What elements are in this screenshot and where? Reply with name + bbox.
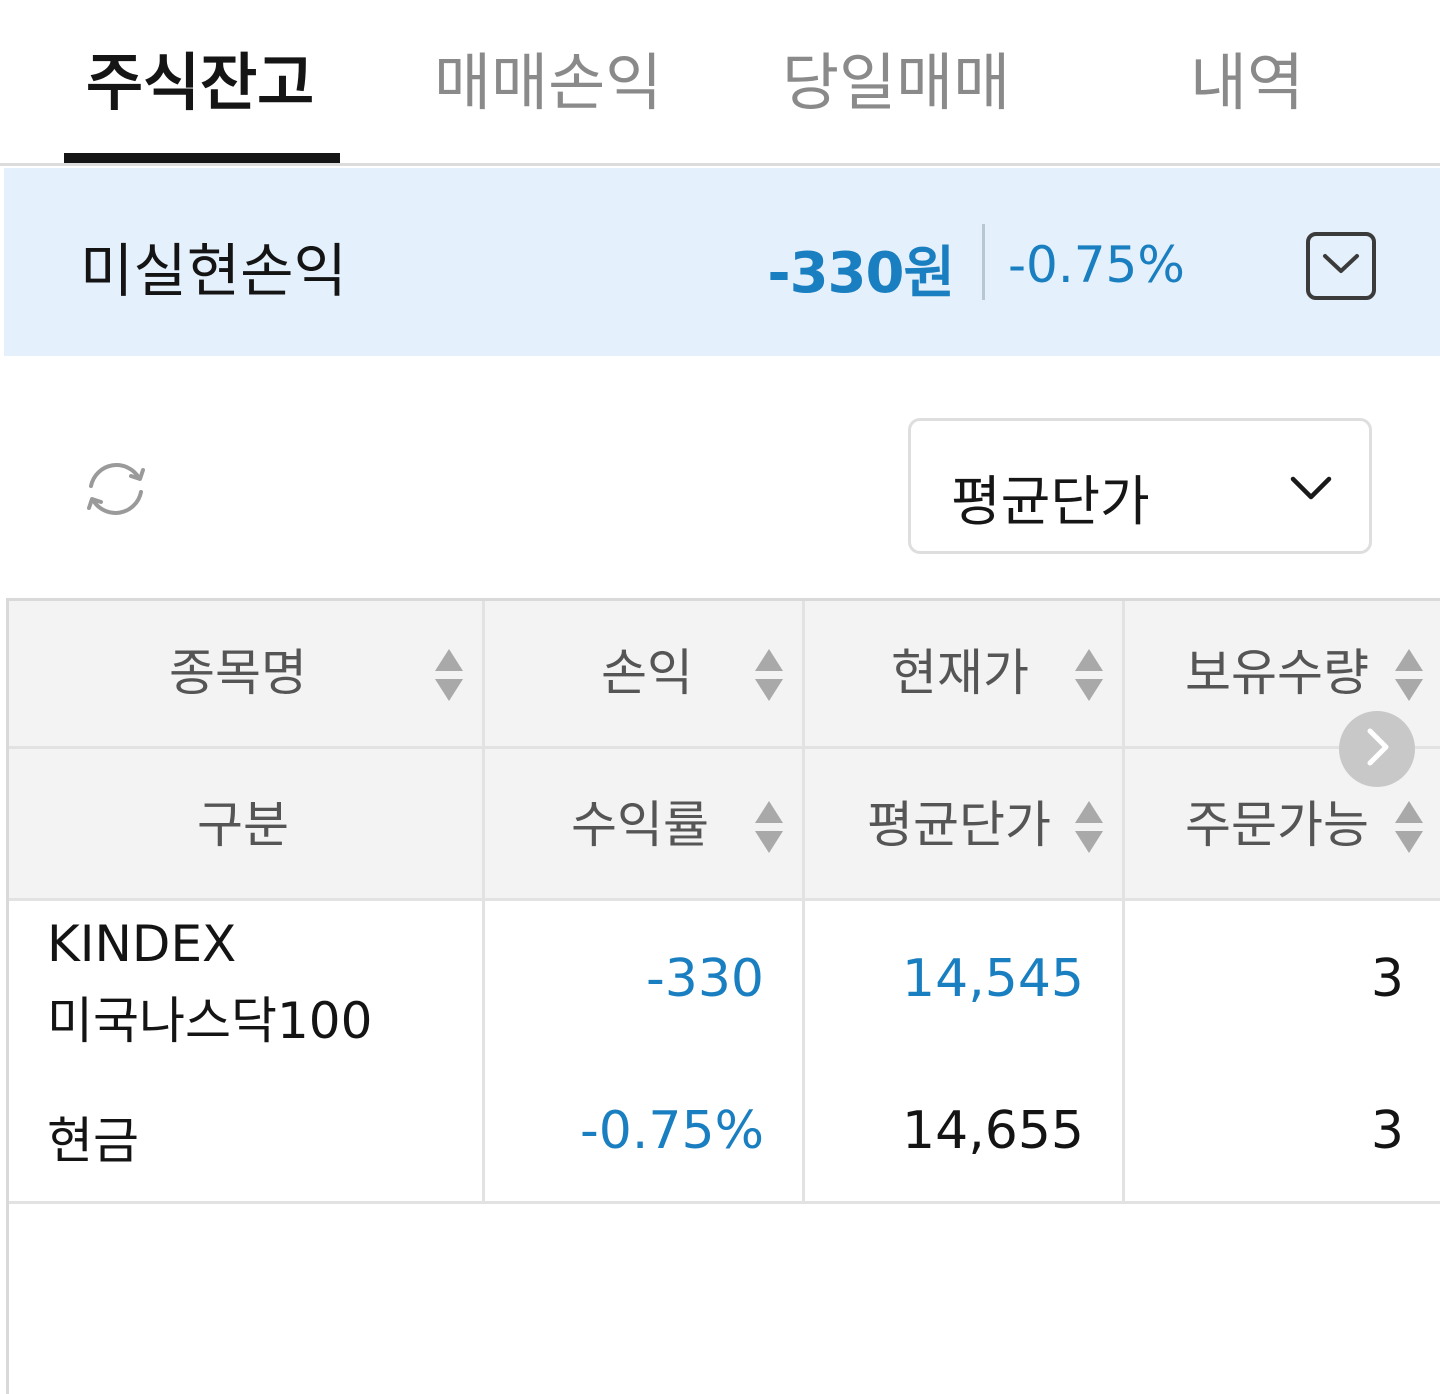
header-row-divider: [9, 746, 1440, 749]
sort-icon[interactable]: [1073, 647, 1105, 703]
header-avg-price[interactable]: 평균단가: [867, 753, 1051, 897]
summary-label: 미실현손익: [80, 237, 347, 305]
holdings-table: 종목명 손익 현재가 보유수량 구분 수익률 평균단가 주문가능 KINDEX …: [6, 598, 1440, 1394]
header-orderable[interactable]: 주문가능: [1185, 753, 1369, 897]
tab-trade-pnl[interactable]: 매매손익: [434, 38, 662, 128]
tab-stock-balance[interactable]: 주식잔고: [86, 38, 314, 128]
summary-expand-button[interactable]: [1306, 232, 1376, 300]
stock-orderable-qty: 3: [1370, 1101, 1404, 1161]
table-header: 종목명 손익 현재가 보유수량 구분 수익률 평균단가 주문가능: [9, 601, 1440, 901]
header-stock-name[interactable]: 종목명: [169, 601, 307, 745]
header-holding-qty[interactable]: 보유수량: [1185, 601, 1369, 745]
price-basis-selected: 평균단가: [951, 470, 1150, 533]
header-current-price[interactable]: 현재가: [891, 601, 1029, 745]
stock-return-rate: -0.75%: [580, 1101, 764, 1161]
refresh-icon: [81, 458, 151, 524]
stock-pnl: -330: [645, 949, 764, 1009]
sort-icon[interactable]: [1393, 647, 1425, 703]
chevron-down-icon: [1289, 465, 1333, 509]
row-divider: [9, 1201, 1440, 1204]
tab-today-trade[interactable]: 당일매매: [782, 38, 1010, 128]
summary-rate: -0.75%: [1008, 236, 1185, 294]
sort-icon[interactable]: [1073, 799, 1105, 855]
column-divider: [802, 601, 805, 1204]
price-basis-select[interactable]: 평균단가: [908, 418, 1372, 554]
active-tab-indicator: [64, 153, 340, 163]
header-category[interactable]: 구분: [197, 753, 289, 897]
header-pnl[interactable]: 손익: [601, 601, 693, 745]
stock-name-line2: 미국나스닥100: [47, 992, 373, 1050]
refresh-button[interactable]: [78, 456, 154, 526]
summary-divider: [982, 224, 985, 300]
stock-current-price: 14,545: [902, 949, 1084, 1009]
scroll-right-button[interactable]: [1339, 711, 1415, 787]
sort-icon[interactable]: [753, 647, 785, 703]
chevron-down-icon: [1321, 251, 1361, 281]
column-divider: [1122, 601, 1125, 1204]
tab-history[interactable]: 내역: [1190, 38, 1304, 128]
column-divider: [482, 601, 485, 1204]
stock-category: 현금: [47, 1112, 139, 1170]
tab-bar: 주식잔고 매매손익 당일매매 내역: [0, 0, 1440, 166]
stock-avg-price: 14,655: [902, 1101, 1084, 1161]
sort-icon[interactable]: [433, 647, 465, 703]
chevron-right-icon: [1362, 727, 1392, 771]
sort-icon[interactable]: [1393, 799, 1425, 855]
unrealized-pnl-summary: 미실현손익 -330원 -0.75%: [4, 168, 1440, 356]
sort-icon[interactable]: [753, 799, 785, 855]
header-return-rate[interactable]: 수익률: [571, 753, 709, 897]
stock-name-line1: KINDEX: [47, 915, 237, 973]
summary-amount: -330원: [767, 241, 955, 306]
stock-holding-qty: 3: [1370, 949, 1404, 1009]
